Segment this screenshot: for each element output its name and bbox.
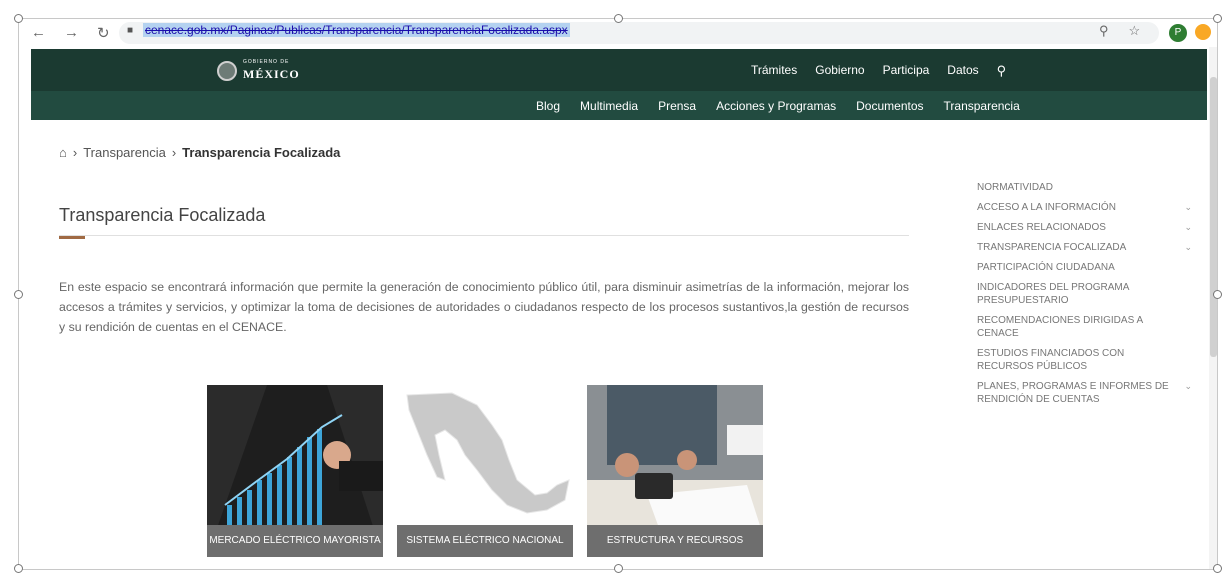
card-estructura-recursos[interactable]: Estructura y Recursos <box>587 385 763 557</box>
sub-nav: Blog Multimedia Prensa Acciones y Progra… <box>536 99 1020 113</box>
chevron-down-icon[interactable]: ⌄ <box>1184 380 1192 393</box>
chevron-down-icon[interactable]: ⌄ <box>1184 241 1192 254</box>
card-mercado-electrico[interactable]: Mercado Eléctrico Mayorista <box>207 385 383 557</box>
subnav-blog[interactable]: Blog <box>536 99 560 113</box>
sidebar-item-indicadores-programa[interactable]: Indicadores del programa presupuestario <box>977 281 1192 307</box>
screenshot-frame: ← → ↻ ■ cenace.gob.mx/Paginas/Publicas/T… <box>18 18 1218 570</box>
breadcrumb: ⌂ › Transparencia › Transparencia Focali… <box>59 145 340 160</box>
nav-gobierno[interactable]: Gobierno <box>815 63 864 79</box>
resize-handle-bottom-center[interactable] <box>614 564 623 573</box>
profile-avatar[interactable]: P <box>1169 24 1187 42</box>
sidebar-item-recomendaciones[interactable]: Recomendaciones dirigidas a CENACE <box>977 314 1192 340</box>
gob-mx-logo[interactable]: GOBIERNO DE MÉXICO <box>217 59 300 83</box>
subnav-documentos[interactable]: Documentos <box>856 99 923 113</box>
resize-handle-top-left[interactable] <box>14 14 23 23</box>
resize-handle-top-center[interactable] <box>614 14 623 23</box>
home-icon[interactable]: ⌂ <box>59 145 67 160</box>
mexico-seal-icon <box>217 61 237 81</box>
card-label[interactable]: Sistema Eléctrico Nacional <box>397 525 573 557</box>
chevron-down-icon[interactable]: ⌄ <box>1184 201 1192 214</box>
sidebar-item-planes-programas[interactable]: Planes, programas e informes de rendició… <box>977 380 1192 406</box>
nav-participa[interactable]: Participa <box>883 63 930 79</box>
sidebar-item-normatividad[interactable]: Normatividad <box>977 181 1192 194</box>
resize-handle-top-right[interactable] <box>1213 14 1222 23</box>
sidebar-item-estudios-financiados[interactable]: Estudios financiados con recursos públic… <box>977 347 1192 373</box>
card-sistema-electrico[interactable]: Sistema Eléctrico Nacional <box>397 385 573 557</box>
title-accent-bar <box>59 236 85 239</box>
page-scrollbar[interactable] <box>1209 47 1217 569</box>
bookmark-star-icon[interactable]: ☆ <box>1129 23 1141 39</box>
nav-tramites[interactable]: Trámites <box>751 63 797 79</box>
title-divider <box>59 235 909 236</box>
sub-header: Blog Multimedia Prensa Acciones y Progra… <box>31 91 1207 120</box>
sidebar-item-enlaces-relacionados[interactable]: Enlaces relacionados ⌄ <box>977 221 1192 234</box>
nav-datos[interactable]: Datos <box>947 63 978 79</box>
breadcrumb-current: Transparencia Focalizada <box>182 145 341 160</box>
sidebar-item-acceso-informacion[interactable]: Acceso a la información ⌄ <box>977 201 1192 214</box>
address-bar-actions: ⚲ ☆ <box>1099 23 1140 39</box>
subnav-transparencia[interactable]: Transparencia <box>944 99 1020 113</box>
sidebar-item-transparencia-focalizada[interactable]: Transparencia focalizada ⌄ <box>977 241 1192 254</box>
reload-icon[interactable]: ↻ <box>97 24 110 42</box>
card-label[interactable]: Mercado Eléctrico Mayorista <box>207 525 383 557</box>
gov-header: GOBIERNO DE MÉXICO Trámites Gobierno Par… <box>31 49 1207 91</box>
subnav-multimedia[interactable]: Multimedia <box>580 99 638 113</box>
browser-nav: ← → ↻ <box>31 24 110 42</box>
breadcrumb-parent[interactable]: Transparencia <box>83 145 166 160</box>
url-text[interactable]: cenace.gob.mx/Paginas/Publicas/Transpare… <box>143 23 570 37</box>
breadcrumb-separator-icon: › <box>72 145 78 160</box>
resize-handle-bottom-left[interactable] <box>14 564 23 573</box>
page-title: Transparencia Focalizada <box>59 205 266 225</box>
intro-paragraph: En este espacio se encontrará informació… <box>59 280 909 334</box>
subnav-prensa[interactable]: Prensa <box>658 99 696 113</box>
top-nav: Trámites Gobierno Participa Datos ⚲ <box>751 63 1006 79</box>
sidebar-item-participacion-ciudadana[interactable]: Participación ciudadana <box>977 261 1192 274</box>
subnav-acciones-programas[interactable]: Acciones y Programas <box>716 99 836 113</box>
extension-icon[interactable] <box>1195 24 1211 40</box>
resize-handle-bottom-right[interactable] <box>1213 564 1222 573</box>
chevron-down-icon[interactable]: ⌄ <box>1184 221 1192 234</box>
resize-handle-middle-right[interactable] <box>1213 290 1222 299</box>
resize-handle-middle-left[interactable] <box>14 290 23 299</box>
lock-icon[interactable]: ■ <box>127 25 133 36</box>
card-label[interactable]: Estructura y Recursos <box>587 525 763 557</box>
browser-toolbar: ← → ↻ ■ cenace.gob.mx/Paginas/Publicas/T… <box>19 19 1217 47</box>
search-icon[interactable]: ⚲ <box>997 63 1007 79</box>
back-icon[interactable]: ← <box>31 24 46 42</box>
zoom-icon[interactable]: ⚲ <box>1099 23 1109 39</box>
breadcrumb-separator-icon: › <box>171 145 177 160</box>
forward-icon[interactable]: → <box>64 24 79 42</box>
scrollbar-thumb[interactable] <box>1210 77 1217 357</box>
sidebar-menu: Normatividad Acceso a la información ⌄ En… <box>977 181 1192 413</box>
